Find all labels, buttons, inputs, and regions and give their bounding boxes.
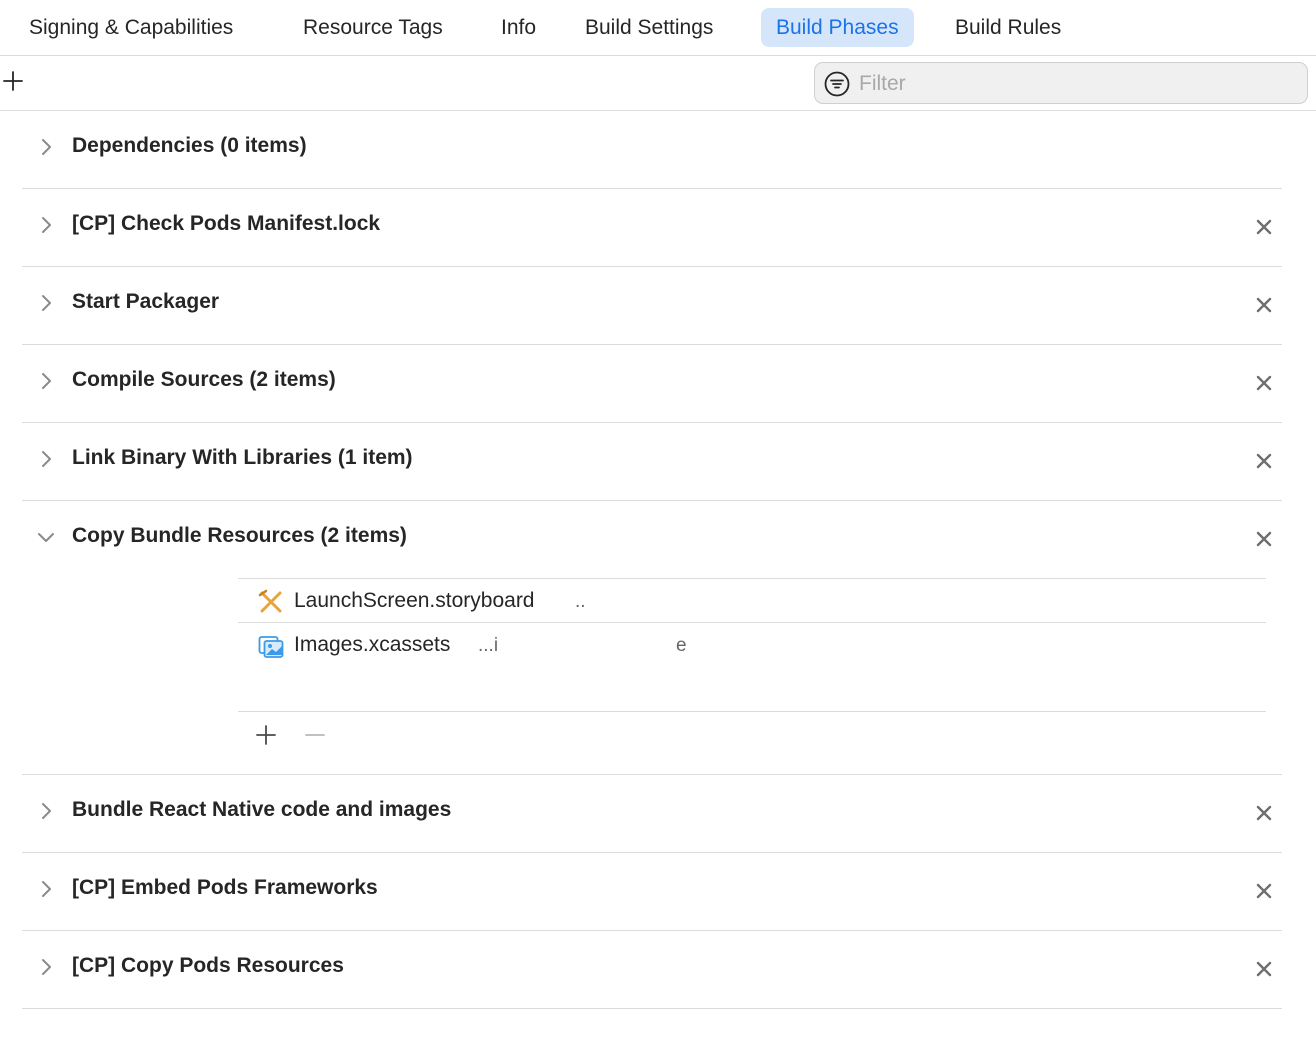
tab-bar: Signing & Capabilities Resource Tags Inf… (0, 0, 1316, 56)
filter-icon (824, 71, 850, 97)
phase-title: Compile Sources (2 items) (72, 368, 336, 391)
phase-dependencies: Dependencies (0 items) (22, 111, 1282, 189)
chevron-right-icon[interactable] (36, 293, 56, 313)
chevron-down-icon[interactable] (36, 527, 56, 547)
chevron-right-icon[interactable] (36, 801, 56, 821)
close-icon[interactable] (1254, 529, 1274, 549)
phases-toolbar (0, 56, 1316, 111)
phase-title: Link Binary With Libraries (1 item) (72, 446, 413, 469)
close-icon[interactable] (1254, 451, 1274, 471)
filter-input[interactable] (857, 69, 1291, 99)
close-icon[interactable] (1254, 295, 1274, 315)
file-name: LaunchScreen.storyboard (294, 589, 535, 612)
file-location: ...i (478, 635, 499, 656)
close-icon[interactable] (1254, 217, 1274, 237)
file-name: Images.xcassets (294, 633, 451, 656)
chevron-right-icon[interactable] (36, 449, 56, 469)
phase-title: Start Packager (72, 290, 220, 313)
tab-build-settings[interactable]: Build Settings (574, 8, 724, 47)
close-icon[interactable] (1254, 959, 1274, 979)
phase-title: [CP] Copy Pods Resources (72, 954, 344, 977)
phase-compile-sources: Compile Sources (2 items) (22, 345, 1282, 423)
close-icon[interactable] (1254, 803, 1274, 823)
file-location-tail: e (676, 635, 687, 656)
tab-build-rules[interactable]: Build Rules (944, 8, 1072, 47)
phase-header[interactable]: Link Binary With Libraries (1 item) (22, 423, 1282, 499)
storyboard-icon (258, 589, 282, 613)
table-row[interactable]: Images.xcassets ...i e (238, 622, 1266, 667)
phase-title: Copy Bundle Resources (2 items) (72, 524, 407, 547)
phase-header[interactable]: Compile Sources (2 items) (22, 345, 1282, 421)
plus-icon[interactable] (2, 70, 24, 92)
phase-header[interactable]: Dependencies (0 items) (22, 111, 1282, 187)
chevron-right-icon[interactable] (36, 957, 56, 977)
tab-signing-capabilities[interactable]: Signing & Capabilities (18, 8, 244, 47)
chevron-right-icon[interactable] (36, 215, 56, 235)
close-icon[interactable] (1254, 373, 1274, 393)
table-row[interactable]: LaunchScreen.storyboard .. (238, 578, 1266, 623)
phase-title: [CP] Embed Pods Frameworks (72, 876, 378, 899)
phase-check-pods-manifest: [CP] Check Pods Manifest.lock (22, 189, 1282, 267)
phase-header[interactable]: Bundle React Native code and images (22, 775, 1282, 851)
close-icon[interactable] (1254, 881, 1274, 901)
phase-title: [CP] Check Pods Manifest.lock (72, 212, 381, 235)
phase-embed-pods-frameworks: [CP] Embed Pods Frameworks (22, 853, 1282, 931)
phase-title: Dependencies (0 items) (72, 134, 307, 157)
phase-title: Bundle React Native code and images (72, 798, 452, 821)
phase-bundle-react-native: Bundle React Native code and images (22, 775, 1282, 853)
chevron-right-icon[interactable] (36, 371, 56, 391)
file-location: .. (575, 591, 586, 612)
phase-start-packager: Start Packager (22, 267, 1282, 345)
table-divider (238, 711, 1266, 712)
filter-field[interactable] (814, 62, 1308, 104)
phase-header[interactable]: Start Packager (22, 267, 1282, 343)
add-file-button[interactable] (254, 723, 278, 747)
phase-link-binary: Link Binary With Libraries (1 item) (22, 423, 1282, 501)
phase-header[interactable]: [CP] Copy Pods Resources (22, 931, 1282, 1007)
phase-header[interactable]: Copy Bundle Resources (2 items) (22, 501, 1282, 577)
phase-header[interactable]: [CP] Check Pods Manifest.lock (22, 189, 1282, 265)
asset-catalog-icon (258, 636, 284, 658)
tab-build-phases[interactable]: Build Phases (761, 8, 914, 47)
tab-resource-tags[interactable]: Resource Tags (292, 8, 454, 47)
phase-copy-bundle-resources: Copy Bundle Resources (2 items) LaunchSc… (22, 501, 1282, 775)
phase-copy-pods-resources: [CP] Copy Pods Resources (22, 931, 1282, 1009)
remove-file-button[interactable] (303, 723, 327, 747)
tab-info[interactable]: Info (490, 8, 547, 47)
chevron-right-icon[interactable] (36, 137, 56, 157)
chevron-right-icon[interactable] (36, 879, 56, 899)
phase-header[interactable]: [CP] Embed Pods Frameworks (22, 853, 1282, 929)
